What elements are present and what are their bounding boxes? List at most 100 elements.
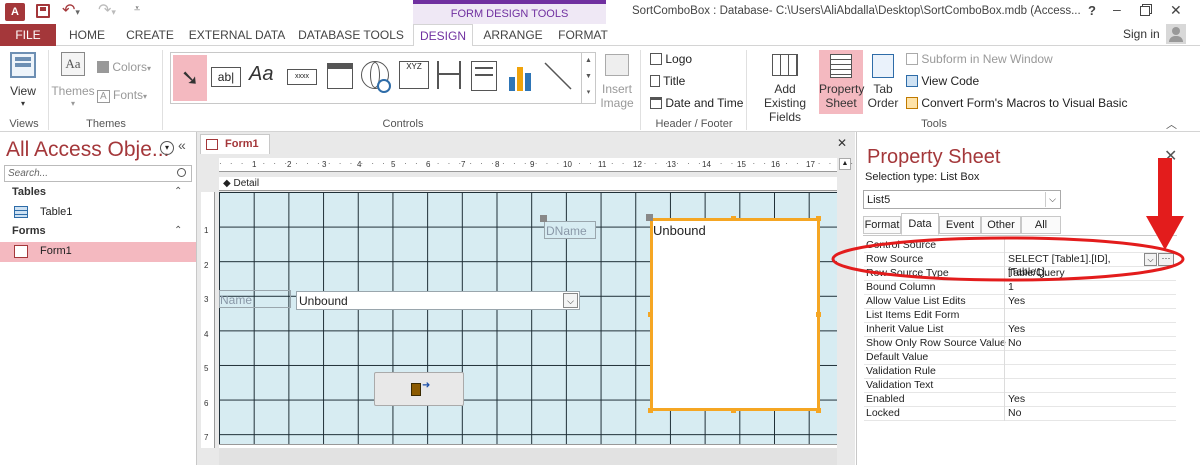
resize-handle[interactable]	[816, 312, 821, 317]
tab-design[interactable]: DESIGN	[413, 24, 473, 47]
ruler-mark: 9	[530, 160, 535, 169]
property-value[interactable]: Yes	[1008, 323, 1025, 336]
close-document-button[interactable]: ✕	[837, 136, 847, 150]
tab-file[interactable]: FILE	[0, 24, 56, 46]
resize-handle[interactable]	[648, 312, 653, 317]
resize-handle[interactable]	[816, 216, 821, 221]
tab-home[interactable]: HOME	[60, 24, 114, 46]
themes-button[interactable]: Aa Themes ▾	[51, 50, 95, 110]
select-tool-icon[interactable]: ➘	[173, 55, 207, 101]
page-break-tool-icon[interactable]	[471, 61, 497, 91]
property-value[interactable]: No	[1008, 337, 1021, 350]
convert-macros-button[interactable]: Convert Form's Macros to Visual Basic	[906, 96, 1127, 110]
tables-collapse-icon[interactable]: ⌃	[174, 186, 182, 197]
gallery-scroll[interactable]: ▲ ▼ ▾	[581, 53, 595, 103]
colors-label: Colors	[112, 60, 148, 74]
search-icon[interactable]	[177, 168, 186, 177]
property-name: Allow Value List Edits	[866, 295, 966, 307]
view-code-button[interactable]: View Code	[906, 74, 979, 88]
fonts-button[interactable]: A Fonts▾	[97, 88, 147, 103]
document-tab-form1[interactable]: Form1	[200, 134, 270, 154]
property-value[interactable]: Yes	[1008, 393, 1025, 406]
view-button[interactable]: View ▾	[6, 50, 40, 110]
close-button[interactable]: ✕	[1170, 2, 1182, 19]
annotation-arrow-shaft	[1158, 158, 1172, 218]
textbox-tool-icon[interactable]: ab|	[211, 67, 241, 87]
property-value[interactable]: No	[1008, 407, 1021, 420]
chart-tool-icon[interactable]	[507, 61, 537, 91]
list-box-control[interactable]: Unbound	[650, 218, 820, 411]
customize-qat-icon[interactable]: ⩡	[134, 3, 140, 16]
add-existing-fields-button[interactable]: Add Existing Fields	[752, 50, 818, 124]
colors-button[interactable]: Colors▾	[97, 60, 151, 74]
nav-section-tables[interactable]: Tables	[12, 186, 46, 198]
redo-icon[interactable]: ↷▾	[98, 0, 116, 20]
property-row-validation-text[interactable]: Validation Text	[864, 379, 1176, 393]
insert-image-button[interactable]: Insert Image	[600, 52, 634, 110]
tab-arrange[interactable]: ARRANGE	[480, 24, 546, 46]
tab-order-button[interactable]: Tab Order	[866, 50, 900, 114]
resize-handle[interactable]	[731, 216, 736, 221]
property-row-show-only-row-source-values[interactable]: Show Only Row Source Values No	[864, 337, 1176, 351]
resize-handle[interactable]	[816, 408, 821, 413]
property-row-default-value[interactable]: Default Value	[864, 351, 1176, 365]
button-tool-icon[interactable]: xxxx	[287, 69, 317, 85]
tab-control-tool-icon[interactable]	[327, 63, 353, 89]
name-combo-box[interactable]: Unbound ⌵	[296, 291, 580, 310]
tab-format[interactable]: FORMAT	[553, 24, 613, 46]
list-box-move-handle[interactable]	[646, 214, 653, 221]
name-label-control[interactable]: Name	[219, 290, 291, 308]
undo-icon[interactable]: ↶▾	[62, 0, 80, 20]
help-button[interactable]: ?	[1088, 3, 1096, 18]
nav-section-forms[interactable]: Forms	[12, 225, 46, 237]
forms-collapse-icon[interactable]: ⌃	[174, 225, 182, 236]
minimize-button[interactable]: –	[1113, 1, 1121, 17]
resize-handle[interactable]	[731, 408, 736, 413]
property-value[interactable]: Yes	[1008, 295, 1025, 308]
ruler-mark: 14	[702, 160, 711, 169]
nav-title[interactable]: All Access Obje...	[6, 138, 169, 162]
logo-button[interactable]: Logo	[650, 52, 692, 66]
vruler-mark: 1	[204, 226, 209, 235]
subform-new-window-button[interactable]: Subform in New Window	[906, 52, 1053, 66]
move-handle[interactable]	[540, 215, 547, 222]
nav-menu-icon[interactable]: ▾	[160, 141, 174, 155]
label-tool-icon[interactable]: Aa	[249, 63, 273, 86]
collapse-ribbon-icon[interactable]: ︿	[1166, 116, 1177, 132]
nav-search-box[interactable]: Search...	[4, 165, 192, 182]
tab-external-data[interactable]: EXTERNAL DATA	[185, 24, 289, 46]
tab-database-tools[interactable]: DATABASE TOOLS	[296, 24, 406, 46]
tab-create[interactable]: CREATE	[122, 24, 178, 46]
restore-button[interactable]	[1140, 6, 1150, 16]
exit-door-icon	[411, 383, 421, 396]
nav-item-table1[interactable]: Table1	[0, 204, 196, 222]
property-row-enabled[interactable]: Enabled Yes	[864, 393, 1176, 407]
ruler-mark: 10	[563, 160, 572, 169]
property-row-locked[interactable]: Locked No	[864, 407, 1176, 421]
option-group-tool-icon[interactable]	[437, 61, 461, 89]
ruler-mark: 7	[461, 160, 466, 169]
ruler-mark: 16	[771, 160, 780, 169]
property-row-inherit-value-list[interactable]: Inherit Value List Yes	[864, 323, 1176, 337]
property-sheet-button[interactable]: Property Sheet	[819, 50, 864, 114]
property-row-list-items-edit-form[interactable]: List Items Edit Form	[864, 309, 1176, 323]
name-label-text: Name	[220, 293, 253, 307]
user-avatar[interactable]	[1166, 24, 1186, 44]
exit-command-button[interactable]: ➜	[374, 372, 464, 406]
ruler-mark: 6	[426, 160, 431, 169]
save-icon[interactable]	[36, 4, 50, 18]
property-row-allow-value-list-edits[interactable]: Allow Value List Edits Yes	[864, 295, 1176, 309]
resize-handle[interactable]	[648, 408, 653, 413]
navigation-tool-icon[interactable]: XYZ	[399, 61, 429, 89]
detail-section-bar[interactable]: ◆ Detail	[219, 177, 837, 191]
nav-search-input[interactable]: Search...	[8, 168, 48, 179]
dname-label-control[interactable]: DName	[544, 221, 596, 239]
nav-item-form1[interactable]: Form1	[0, 242, 196, 262]
line-tool-icon[interactable]	[543, 61, 573, 91]
collapse-nav-icon[interactable]: «	[178, 137, 186, 153]
sign-in-link[interactable]: Sign in	[1123, 27, 1160, 41]
chevron-down-icon[interactable]: ⌵	[563, 293, 578, 308]
date-time-button[interactable]: Date and Time	[650, 96, 743, 110]
title-button[interactable]: Title	[650, 74, 685, 88]
property-row-validation-rule[interactable]: Validation Rule	[864, 365, 1176, 379]
